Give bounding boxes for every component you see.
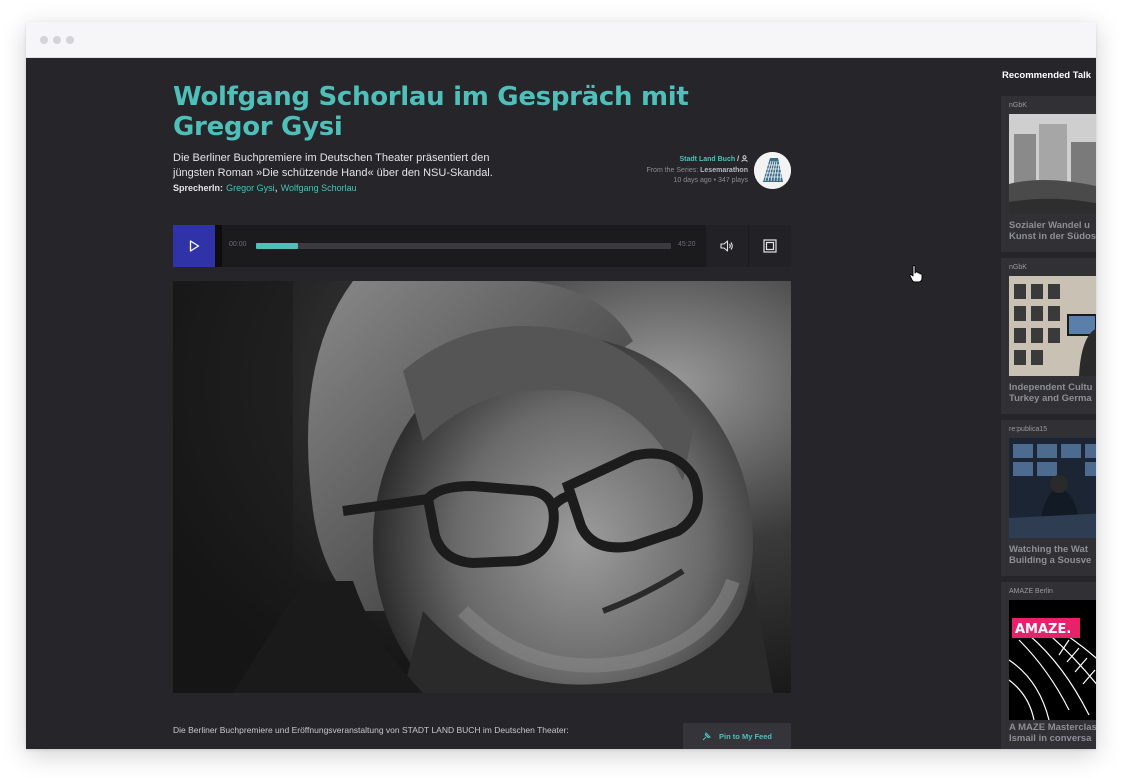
pin-to-feed-button[interactable]: Pin to My Feed: [683, 723, 791, 749]
stats-line: 10 days ago • 347 plays: [646, 176, 748, 187]
window-titlebar: [26, 22, 1096, 58]
card-title-line: Turkey and Germa: [1009, 393, 1092, 404]
speaker-link-gysi[interactable]: Gregor Gysi: [226, 183, 275, 193]
talk-age: 10 days ago: [673, 177, 712, 184]
card-title: Watching the Wat Building a Sousve: [1009, 544, 1096, 566]
card-title-line: Sozialer Wandel u: [1009, 220, 1090, 231]
recommended-card-2[interactable]: nGbK Independent Cultu Turkey and Germa: [1001, 258, 1096, 414]
organizer-separator: /: [737, 156, 740, 163]
card-title: A MAZE Masterclas Ismail in conversa: [1009, 722, 1096, 744]
card-thumbnail: AMAZE.: [1009, 600, 1096, 720]
card-title-line: Kunst in der Südos: [1009, 231, 1096, 242]
series-link[interactable]: Lesemarathon: [700, 167, 748, 174]
amaze-logo: AMAZE.: [1015, 622, 1071, 637]
window-dot-zoom[interactable]: [66, 36, 74, 44]
card-thumbnail: [1009, 276, 1096, 376]
card-title-line: Building a Sousve: [1009, 555, 1092, 566]
organizer-avatar[interactable]: [754, 152, 791, 189]
organizer-link[interactable]: Stadt Land Buch: [680, 156, 736, 163]
hand-cursor-icon: [909, 265, 923, 283]
stats-dot: •: [713, 177, 717, 184]
recommended-heading: Recommended Talk: [1002, 70, 1092, 81]
speakers-label: SprecherIn:: [173, 183, 224, 193]
talk-summary: Die Berliner Buchpremiere im Deutschen T…: [173, 151, 493, 196]
card-title-line: Watching the Wat: [1009, 544, 1088, 555]
speaker-portrait: [173, 281, 791, 693]
recommended-card-3[interactable]: re:publica15 Watching the Wat Building a…: [1001, 420, 1096, 576]
audio-player: 00:00 45:20: [173, 225, 791, 267]
talk-meta: Stadt Land Buch / From the Series: Lesem…: [646, 155, 748, 187]
card-thumbnail: [1009, 114, 1096, 214]
duration: 45:20: [678, 241, 696, 248]
window-dot-minimize[interactable]: [53, 36, 61, 44]
pin-icon: [702, 732, 712, 741]
current-time: 00:00: [229, 241, 247, 248]
pin-button-label: Pin to My Feed: [719, 731, 772, 741]
building-logo-icon: [754, 152, 791, 189]
play-icon: [189, 240, 199, 252]
expand-button[interactable]: [749, 225, 791, 267]
card-title-line: Independent Cultu: [1009, 382, 1093, 393]
card-thumbnail: [1009, 438, 1096, 538]
talk-hero-photo: [173, 281, 791, 693]
speaker-link-schorlau[interactable]: Wolfgang Schorlau: [281, 183, 357, 193]
window-dot-close[interactable]: [40, 36, 48, 44]
play-count: 347 plays: [718, 177, 748, 184]
summary-text: Die Berliner Buchpremiere im Deutschen T…: [173, 152, 493, 179]
volume-icon: [720, 240, 733, 252]
browser-window: Wolfgang Schorlau im Gespräch mit Gregor…: [26, 22, 1096, 749]
card-title-line: Ismail in conversa: [1009, 733, 1092, 744]
series-prefix: From the Series:: [646, 166, 699, 174]
series-line: From the Series: Lesemarathon: [646, 166, 748, 177]
page-viewport: Wolfgang Schorlau im Gespräch mit Gregor…: [26, 58, 1096, 749]
progress-track[interactable]: [256, 243, 671, 249]
card-title: Sozialer Wandel u Kunst in der Südos: [1009, 220, 1096, 242]
user-icon[interactable]: [741, 155, 748, 162]
card-title-line: A MAZE Masterclas: [1009, 722, 1096, 733]
card-source: AMAZE Berlin: [1009, 588, 1053, 595]
play-button-edge: [215, 225, 222, 267]
card-source: nGbK: [1009, 264, 1027, 271]
organizer-line: Stadt Land Buch /: [646, 155, 748, 166]
recommended-card-1[interactable]: nGbK Sozialer Wandel u Kunst in der Südo…: [1001, 96, 1096, 252]
card-source: re:publica15: [1009, 426, 1048, 433]
talk-title: Wolfgang Schorlau im Gespräch mit Gregor…: [173, 82, 689, 142]
card-title: Independent Cultu Turkey and Germa: [1009, 382, 1096, 404]
progress-fill: [256, 243, 298, 249]
expand-icon: [763, 239, 777, 253]
play-button[interactable]: [173, 225, 215, 267]
volume-button[interactable]: [706, 225, 748, 267]
card-source: nGbK: [1009, 102, 1027, 109]
recommended-card-4[interactable]: AMAZE Berlin AMAZE. A MAZE Masterclas Is…: [1001, 582, 1096, 749]
talk-description: Die Berliner Buchpremiere und Eröffnungs…: [173, 725, 569, 735]
